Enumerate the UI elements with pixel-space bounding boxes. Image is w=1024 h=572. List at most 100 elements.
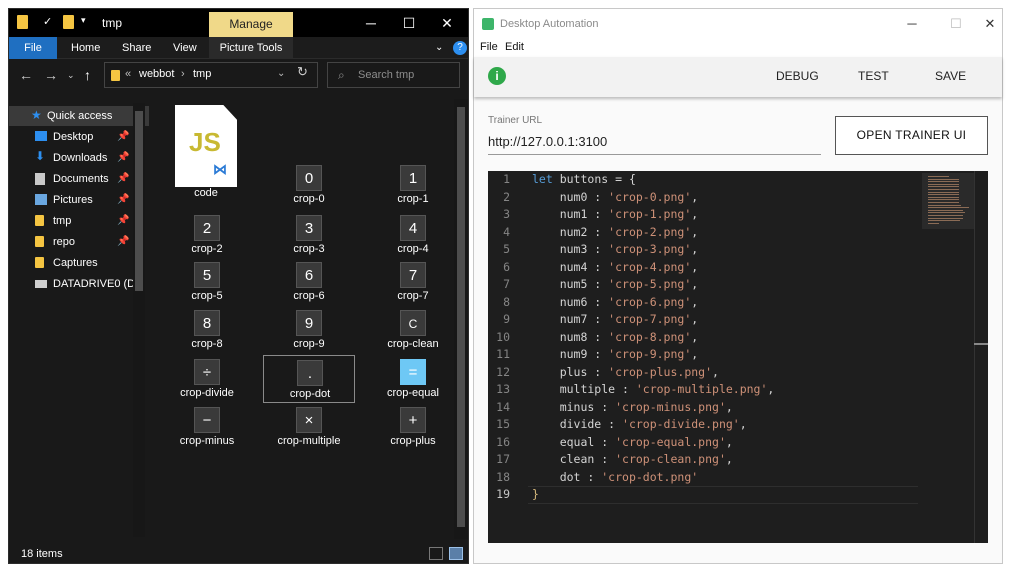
file-item-crop-minus[interactable]: − crop-minus xyxy=(161,407,253,451)
punctuation-token: , xyxy=(739,417,747,431)
test-button[interactable]: TEST xyxy=(858,69,889,83)
file-item-crop-9[interactable]: 9 crop-9 xyxy=(263,310,355,354)
menu-edit[interactable]: Edit xyxy=(505,41,524,53)
ribbon-tab-share[interactable]: Share xyxy=(122,37,151,59)
menu-file[interactable]: File xyxy=(480,41,498,53)
nav-item-tmp[interactable]: tmp 📌 xyxy=(9,211,149,231)
search-box[interactable]: ⌕ Search tmp xyxy=(327,62,460,88)
code-line[interactable]: 5 num3 : 'crop-3.png', xyxy=(488,241,918,259)
code-editor[interactable]: 1 let buttons = {2 num0 : 'crop-0.png', 3 … xyxy=(488,171,988,543)
code-line[interactable]: 14 minus : 'crop-minus.png', xyxy=(488,399,918,417)
code-line[interactable]: 16 equal : 'crop-equal.png', xyxy=(488,434,918,452)
close-icon[interactable]: ✕ xyxy=(437,13,457,33)
info-icon[interactable]: i xyxy=(488,67,506,85)
file-list-scrollbar[interactable] xyxy=(454,99,468,539)
nav-item-pictures[interactable]: Pictures 📌 xyxy=(9,190,149,210)
code-line[interactable]: 18 dot : 'crop-dot.png' xyxy=(488,469,918,487)
file-item-crop-equal[interactable]: = crop-equal xyxy=(367,359,459,403)
minimize-icon[interactable]: ─ xyxy=(902,15,922,33)
search-input[interactable]: Search tmp xyxy=(358,69,414,81)
properties-icon[interactable]: ✓ xyxy=(43,15,57,31)
file-item-crop-plus[interactable]: + crop-plus xyxy=(367,407,459,451)
customize-quick-access-icon[interactable]: ▾ xyxy=(81,15,95,31)
maximize-icon[interactable]: ☐ xyxy=(399,13,419,33)
code-line[interactable]: 7 num5 : 'crop-5.png', xyxy=(488,276,918,294)
editor-scrollbar[interactable] xyxy=(974,171,988,543)
code-line[interactable]: 19} xyxy=(488,486,918,504)
ribbon-tab-file[interactable]: File xyxy=(9,37,57,59)
code-line[interactable]: 10 num8 : 'crop-8.png', xyxy=(488,329,918,347)
nav-item-repo[interactable]: repo 📌 xyxy=(9,232,149,252)
code-line[interactable]: 1 let buttons = { xyxy=(488,171,918,189)
file-item-crop-5[interactable]: 5 crop-5 xyxy=(161,262,253,306)
scrollbar-thumb[interactable] xyxy=(457,107,465,527)
file-item-crop-dot[interactable]: . crop-dot xyxy=(263,355,355,403)
folder-icon xyxy=(17,15,31,31)
nav-item-documents[interactable]: Documents 📌 xyxy=(9,169,149,189)
up-arrow-icon[interactable]: ↑ xyxy=(84,67,91,83)
navigation-scrollbar[interactable] xyxy=(133,103,145,537)
code-line[interactable]: 8 num6 : 'crop-6.png', xyxy=(488,294,918,312)
file-item-crop-multiple[interactable]: × crop-multiple xyxy=(263,407,355,451)
code-line[interactable]: 15 divide : 'crop-divide.png', xyxy=(488,416,918,434)
file-item-crop-7[interactable]: 7 crop-7 xyxy=(367,262,459,306)
file-item-crop-8[interactable]: 8 crop-8 xyxy=(161,310,253,354)
file-item-crop-1[interactable]: 1 crop-1 xyxy=(367,165,459,209)
file-item-crop-2[interactable]: 2 crop-2 xyxy=(161,215,253,259)
nav-item-captures[interactable]: Captures xyxy=(9,253,149,273)
address-segment-tmp[interactable]: tmp xyxy=(193,68,211,80)
code-line[interactable]: 12 plus : 'crop-plus.png', xyxy=(488,364,918,382)
minimize-icon[interactable]: ─ xyxy=(361,13,381,33)
file-item-crop-6[interactable]: 6 crop-6 xyxy=(263,262,355,306)
file-item-crop-3[interactable]: 3 crop-3 xyxy=(263,215,355,259)
help-icon[interactable]: ? xyxy=(453,41,467,55)
chevron-down-icon[interactable]: ⌄ xyxy=(277,68,285,79)
code-line[interactable]: 3 num1 : 'crop-1.png', xyxy=(488,206,918,224)
file-item-crop-0[interactable]: 0 crop-0 xyxy=(263,165,355,209)
code-line[interactable]: 9 num7 : 'crop-7.png', xyxy=(488,311,918,329)
nav-item-downloads[interactable]: ⬇ Downloads 📌 xyxy=(9,148,149,168)
debug-button[interactable]: DEBUG xyxy=(776,69,819,83)
nav-item-datadrive[interactable]: DATADRIVE0 (D:) xyxy=(9,274,149,294)
ribbon-tab-picture-tools[interactable]: Picture Tools xyxy=(209,37,293,59)
address-overflow[interactable]: « xyxy=(125,68,131,80)
manage-tab[interactable]: Manage xyxy=(209,12,293,37)
trainer-url-input[interactable] xyxy=(488,129,821,155)
nav-label: repo xyxy=(53,236,76,248)
code-line[interactable]: 13 multiple : 'crop-multiple.png', xyxy=(488,381,918,399)
open-trainer-ui-button[interactable]: OPEN TRAINER UI xyxy=(835,116,988,155)
punctuation-token: , xyxy=(691,347,699,361)
expand-ribbon-icon[interactable]: ⌄ xyxy=(435,37,443,59)
ribbon-tab-view[interactable]: View xyxy=(173,37,197,59)
back-arrow-icon[interactable]: ← xyxy=(19,67,33,83)
code-line[interactable]: 2 num0 : 'crop-0.png', xyxy=(488,189,918,207)
code-line[interactable]: 4 num2 : 'crop-2.png', xyxy=(488,224,918,242)
punctuation-token: , xyxy=(767,382,775,396)
punctuation-token: , xyxy=(691,294,699,309)
code-line[interactable]: 17 clean : 'crop-clean.png', xyxy=(488,451,918,469)
maximize-icon[interactable]: ☐ xyxy=(946,15,966,33)
save-button[interactable]: SAVE xyxy=(935,69,966,83)
file-item-crop-clean[interactable]: C crop-clean xyxy=(367,310,459,354)
ribbon-tab-home[interactable]: Home xyxy=(71,37,100,59)
refresh-icon[interactable]: ↻ xyxy=(297,64,308,80)
nav-item-desktop[interactable]: Desktop 📌 xyxy=(9,127,149,147)
address-segment-webbot[interactable]: webbot xyxy=(139,68,174,80)
details-view-icon[interactable] xyxy=(429,547,443,560)
close-icon[interactable]: ✕ xyxy=(980,15,1000,33)
js-file-item[interactable]: JS ⋈ xyxy=(175,105,237,187)
code-text: let buttons = { xyxy=(532,171,636,189)
nav-item-quick-access[interactable]: ★ Quick access xyxy=(9,106,149,126)
recent-locations-icon[interactable]: ⌄ xyxy=(67,70,75,81)
pin-icon: 📌 xyxy=(117,215,130,226)
forward-arrow-icon[interactable]: → xyxy=(44,67,58,83)
scrollbar-thumb[interactable] xyxy=(135,111,143,291)
file-item-crop-4[interactable]: 4 crop-4 xyxy=(367,215,459,259)
large-icons-view-icon[interactable] xyxy=(449,547,463,560)
code-line[interactable]: 11 num9 : 'crop-9.png', xyxy=(488,346,918,364)
file-item-crop-divide[interactable]: ÷ crop-divide xyxy=(161,359,253,403)
address-bar[interactable]: « webbot › tmp ⌄ xyxy=(104,62,318,88)
new-folder-icon[interactable] xyxy=(63,15,77,31)
code-minimap[interactable] xyxy=(922,173,974,229)
code-line[interactable]: 6 num4 : 'crop-4.png', xyxy=(488,259,918,277)
